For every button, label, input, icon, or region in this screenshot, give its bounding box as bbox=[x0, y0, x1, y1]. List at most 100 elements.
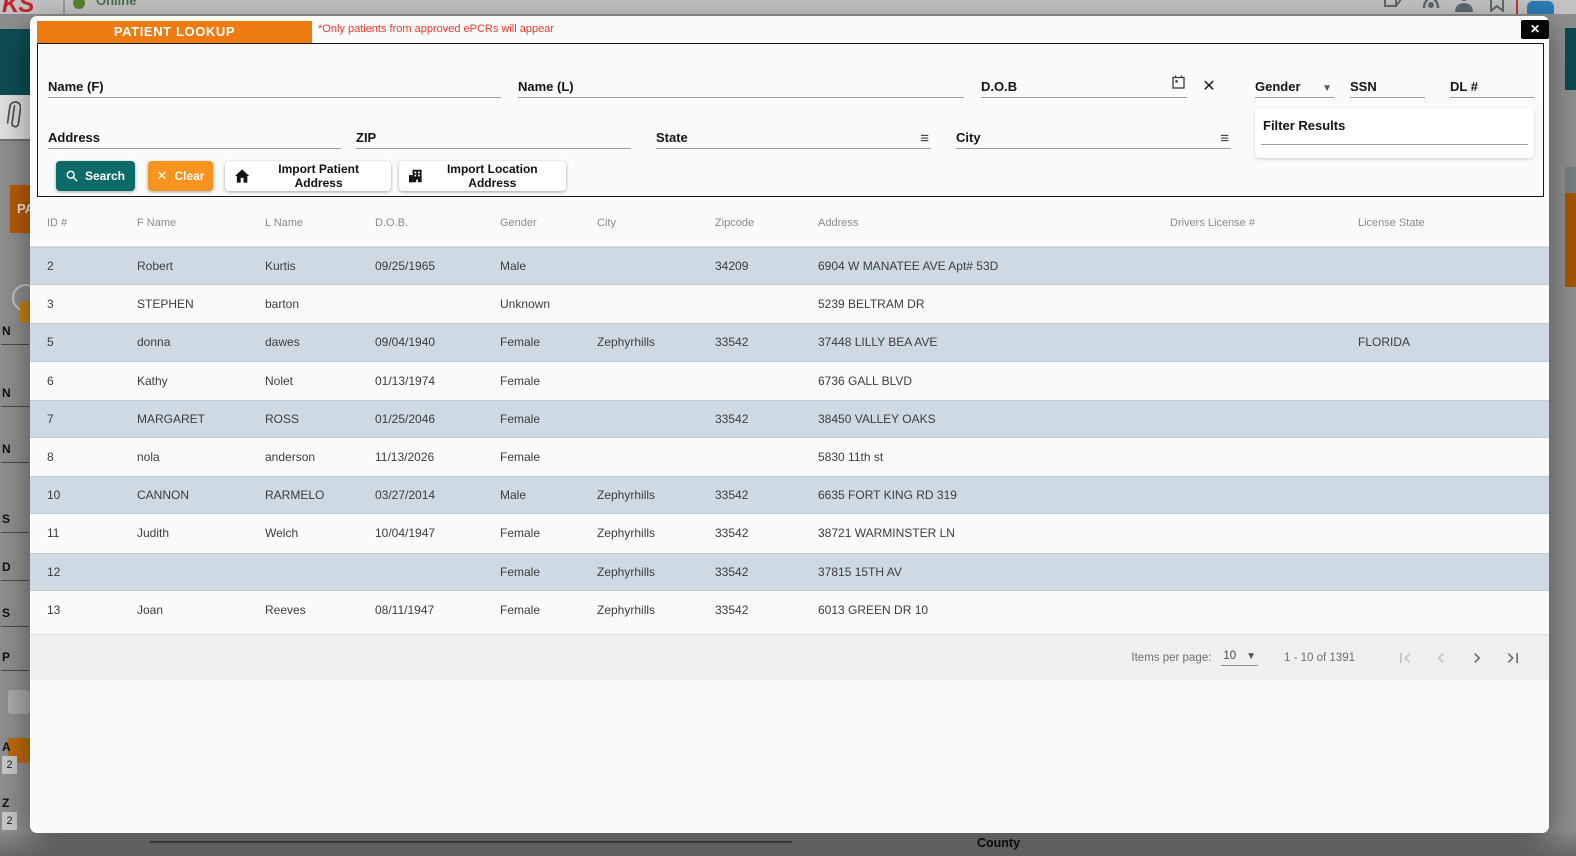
import-location-address-button[interactable]: Import Location Address bbox=[399, 161, 566, 191]
clear-x-icon: ✕ bbox=[157, 168, 168, 184]
table-row[interactable]: 10CANNONRARMELO03/27/2014MaleZephyrhills… bbox=[30, 476, 1549, 514]
items-per-page-label: Items per page: bbox=[1131, 652, 1211, 664]
background-right-gray-fragment bbox=[1565, 167, 1576, 193]
table-cell-lname: anderson bbox=[265, 450, 375, 464]
dob-field[interactable]: D.O.B bbox=[981, 74, 1187, 98]
table-cell-address: 37815 15TH AV bbox=[818, 565, 1170, 579]
background-patient-tab-fragment: PA bbox=[10, 185, 30, 233]
background-teal-band bbox=[0, 29, 30, 95]
table-row[interactable]: 7MARGARETROSS01/25/2046Female3354238450 … bbox=[30, 400, 1549, 438]
background-right-orange-fragment bbox=[1565, 193, 1576, 287]
background-field-underline bbox=[1, 462, 29, 463]
background-address-letter: A bbox=[2, 740, 11, 754]
table-cell-city: Zephyrhills bbox=[597, 335, 715, 349]
table-row[interactable]: 2RobertKurtis09/25/1965Male342096904 W M… bbox=[30, 247, 1549, 285]
paperclip-icon bbox=[4, 100, 21, 132]
table-cell-city: Zephyrhills bbox=[597, 565, 715, 579]
calendar-icon[interactable] bbox=[1172, 75, 1185, 94]
table-cell-dob: 01/25/2046 bbox=[375, 412, 500, 426]
ssn-field[interactable]: SSN bbox=[1350, 74, 1425, 98]
table-cell-lname: Welch bbox=[265, 526, 375, 540]
state-select[interactable]: State ≡ bbox=[656, 125, 931, 149]
table-cell-dob: 01/13/1974 bbox=[375, 374, 500, 388]
filter-results-field[interactable]: Filter Results bbox=[1255, 108, 1534, 158]
background-gray-button-fragment bbox=[8, 690, 30, 714]
table-cell-address: 37448 LILLY BEA AVE bbox=[818, 335, 1170, 349]
table-cell-city: Zephyrhills bbox=[597, 603, 715, 617]
background-field-letter: D bbox=[2, 560, 11, 574]
table-cell-dob: 03/27/2014 bbox=[375, 488, 500, 502]
table-cell-id: 12 bbox=[47, 565, 137, 579]
clear-button[interactable]: ✕ Clear bbox=[148, 161, 213, 191]
table-row[interactable]: 13JoanReeves08/11/1947FemaleZephyrhills3… bbox=[30, 591, 1549, 629]
table-cell-address: 5830 11th st bbox=[818, 450, 1170, 464]
pagination-range-label: 1 - 10 of 1391 bbox=[1284, 652, 1355, 664]
background-zip-value-fragment: 2 bbox=[2, 812, 17, 830]
table-row[interactable]: 5donnadawes09/04/1940FemaleZephyrhills33… bbox=[30, 323, 1549, 361]
search-button[interactable]: Search bbox=[56, 161, 135, 191]
search-icon bbox=[66, 169, 78, 183]
previous-page-icon[interactable] bbox=[1431, 648, 1451, 668]
table-row[interactable]: 11JudithWelch10/04/1947FemaleZephyrhills… bbox=[30, 514, 1549, 552]
table-row[interactable]: 6KathyNolet01/13/1974Female6736 GALL BLV… bbox=[30, 362, 1549, 400]
zip-label: ZIP bbox=[356, 130, 376, 148]
background-field-underline bbox=[1, 344, 29, 345]
table-cell-id: 3 bbox=[47, 297, 137, 311]
table-cell-address: 6904 W MANATEE AVE Apt# 53D bbox=[818, 259, 1170, 273]
background-field-letter: P bbox=[2, 650, 10, 664]
import-patient-address-label: Import Patient Address bbox=[256, 162, 381, 190]
name-last-label: Name (L) bbox=[518, 79, 574, 97]
background-field-underline bbox=[1, 406, 29, 407]
table-cell-fname: nola bbox=[137, 450, 265, 464]
table-row[interactable]: 8nolaanderson11/13/2026Female5830 11th s… bbox=[30, 438, 1549, 476]
patient-table-body: 2RobertKurtis09/25/1965Male342096904 W M… bbox=[30, 247, 1549, 629]
column-header-gender: Gender bbox=[500, 217, 597, 229]
modal-title-tab: PATIENT LOOKUP bbox=[37, 21, 312, 43]
filter-results-label: Filter Results bbox=[1263, 118, 1345, 133]
app-logo: KS bbox=[2, 0, 33, 14]
gender-select[interactable]: Gender ▼ bbox=[1255, 74, 1334, 98]
table-cell-lname: barton bbox=[265, 297, 375, 311]
name-first-field[interactable]: Name (F) bbox=[48, 74, 501, 98]
table-cell-address: 6013 GREEN DR 10 bbox=[818, 603, 1170, 617]
table-cell-city: Zephyrhills bbox=[597, 488, 715, 502]
background-field-letter: N bbox=[2, 442, 11, 456]
last-page-icon[interactable] bbox=[1503, 648, 1523, 668]
city-select[interactable]: City ≡ bbox=[956, 125, 1231, 149]
background-right-teal-fragment bbox=[1565, 28, 1576, 90]
dob-clear-icon[interactable]: ✕ bbox=[1198, 76, 1220, 98]
table-header: ID # F Name L Name D.O.B. Gender City Zi… bbox=[30, 200, 1549, 247]
dl-field[interactable]: DL # bbox=[1450, 74, 1534, 98]
first-page-icon[interactable] bbox=[1395, 648, 1415, 668]
zip-field[interactable]: ZIP bbox=[356, 125, 631, 149]
name-last-field[interactable]: Name (L) bbox=[518, 74, 964, 98]
building-icon bbox=[409, 169, 422, 183]
next-page-icon[interactable] bbox=[1467, 648, 1487, 668]
modal-note: *Only patients from approved ePCRs will … bbox=[318, 23, 554, 35]
table-cell-address: 38721 WARMINSTER LN bbox=[818, 526, 1170, 540]
table-cell-gender: Female bbox=[500, 565, 597, 579]
import-patient-address-button[interactable]: Import Patient Address bbox=[225, 161, 391, 191]
background-field-letter: S bbox=[2, 606, 10, 620]
hands-icon bbox=[1420, 0, 1442, 14]
background-bottom-line bbox=[150, 841, 792, 843]
table-cell-gender: Male bbox=[500, 259, 597, 273]
table-cell-fname: Judith bbox=[137, 526, 265, 540]
table-cell-zip: 33542 bbox=[715, 526, 818, 540]
column-header-id: ID # bbox=[47, 217, 137, 229]
patient-lookup-modal: PATIENT LOOKUP *Only patients from appro… bbox=[30, 16, 1549, 833]
items-per-page-select[interactable]: 10 ▼ bbox=[1221, 650, 1258, 666]
state-label: State bbox=[656, 130, 688, 148]
table-row[interactable]: 3STEPHENbartonUnknown5239 BELTRAM DR bbox=[30, 285, 1549, 323]
table-row[interactable]: 12FemaleZephyrhills3354237815 15TH AV bbox=[30, 553, 1549, 591]
chevron-down-icon: ▼ bbox=[1246, 651, 1256, 662]
column-header-city: City bbox=[597, 217, 715, 229]
address-field[interactable]: Address bbox=[48, 125, 341, 149]
background-field-letter: S bbox=[2, 512, 10, 526]
column-header-zipcode: Zipcode bbox=[715, 217, 818, 229]
table-cell-fname: Robert bbox=[137, 259, 265, 273]
table-cell-gender: Female bbox=[500, 526, 597, 540]
close-button[interactable]: ✕ bbox=[1521, 20, 1549, 39]
table-cell-id: 7 bbox=[47, 412, 137, 426]
column-header-fname: F Name bbox=[137, 217, 265, 229]
